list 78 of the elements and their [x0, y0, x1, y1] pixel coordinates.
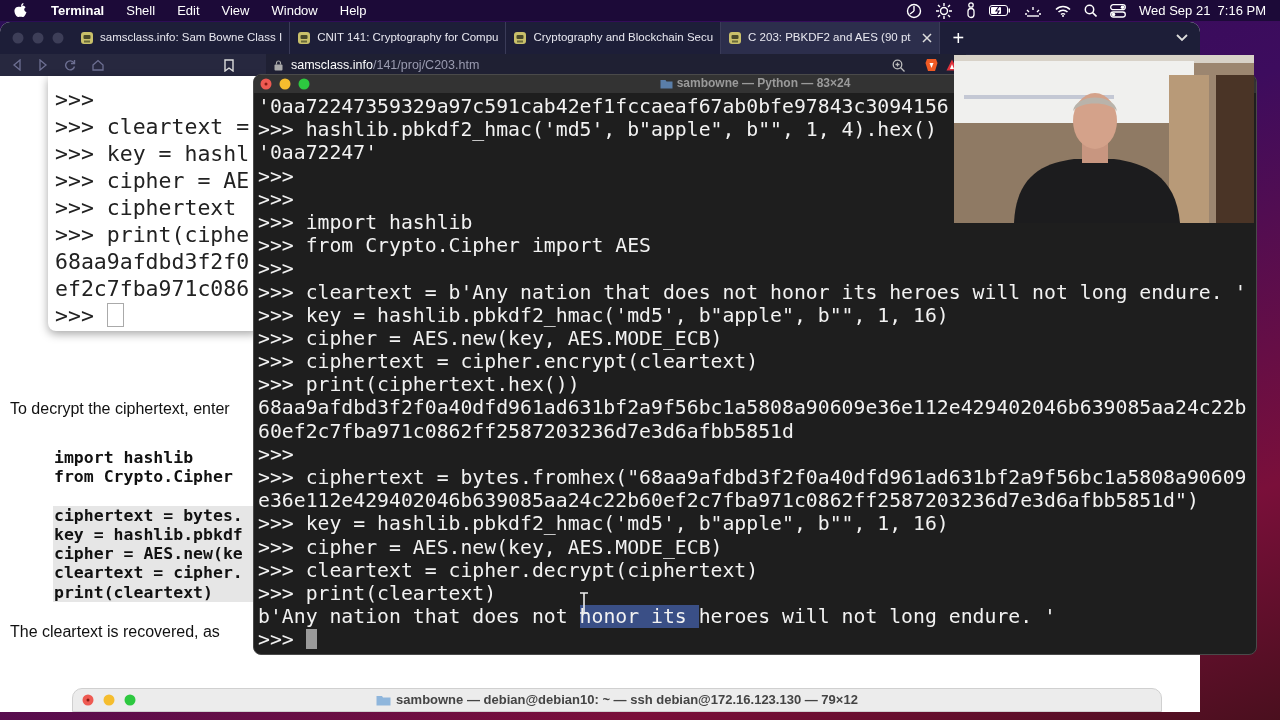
terminal-line: >>> key = hashlib.pbkdf2_hmac('md5', b"apple", b"", 1, 16)	[258, 303, 949, 327]
terminal-line: >>> cleartext = cipher.decrypt(ciphertext)	[258, 558, 759, 582]
search-icon[interactable]	[1084, 4, 1098, 17]
forward-icon[interactable]	[38, 59, 48, 71]
terminal-line: >>> print(ciphertext.hex())	[258, 373, 580, 397]
close-icon[interactable]	[922, 33, 933, 43]
close-window-icon[interactable]	[82, 694, 94, 706]
terminal-line: >>> print(ciphe	[55, 222, 250, 247]
terminal-line: >>> key = hashlib.pbkdf2_hmac('md5', b"apple", b"", 1, 16)	[258, 512, 949, 536]
terminal-line: >>> hashlib.pbkdf2_hmac('md5', b"apple", b"", 1, 4).hex()	[258, 118, 937, 142]
browser-tab[interactable]: C 203: PBKDF2 and AES (90 pt	[721, 22, 941, 54]
terminal-line: >>>	[258, 442, 294, 466]
terminal-line: >>> import hashlib	[258, 210, 473, 234]
clock-face-icon[interactable]	[906, 2, 923, 19]
url-text: samsclass.info/141/proj/C203.htm	[291, 56, 480, 74]
wifi-icon[interactable]	[1055, 4, 1072, 17]
terminal-line: >>>	[258, 164, 294, 188]
apple-icon[interactable]	[14, 3, 27, 18]
terminal-line: >>> print(cleartext)	[258, 581, 497, 605]
menu-item[interactable]: Shell	[126, 0, 156, 21]
terminal-line: 60ef2c7fba971c0862ff2587203236d7e3d6afbb5851d	[258, 419, 794, 443]
site-icon	[513, 31, 528, 45]
terminal-line: 68aa9afdbd3f2f0	[55, 249, 250, 274]
bookmark-icon[interactable]	[224, 58, 234, 72]
window-title: sambowne — debian@debian10: ~ — ssh debian@172.16.123.130 — 79×12	[396, 691, 858, 710]
code-line: import hashlib	[53, 448, 195, 468]
battery-icon[interactable]	[989, 5, 1012, 16]
control-center-icon[interactable]	[1110, 3, 1127, 18]
terminal-line: >>>	[258, 187, 294, 211]
terminal-line: b'Any nation that does not honor its heroes will not long endure. '	[258, 605, 1056, 629]
terminal-line: '0aa72247359329a97c591cab42ef1fccaeaf67ab0bfe97843c3094156	[258, 95, 949, 118]
terminal-line: '0aa72247'	[258, 141, 378, 165]
terminal-line: >>>	[55, 303, 95, 328]
paragraph: The cleartext is recovered, as	[10, 622, 220, 643]
terminal-line: 68aa9afdbd3f2f0a40dfd961ad631bf2a9f56bc1a5808a90609e36e112e429402046b639085aa24c22b	[258, 396, 1247, 420]
terminal-line: >>> ciphertext	[55, 195, 237, 220]
terminal-line: >>>	[258, 628, 295, 652]
app-menu[interactable]: Terminal	[51, 0, 105, 21]
terminal-line: >>> ciphertext = cipher.encrypt(cleartext)	[258, 350, 759, 374]
terminal-line: >>> cipher = AES.new(key, AES.MODE_ECB)	[258, 535, 723, 559]
maximize-window-icon[interactable]	[298, 78, 310, 90]
terminal-line: >>> from Crypto.Cipher import AES	[258, 234, 651, 258]
folder-icon	[376, 694, 392, 706]
terminal-line: >>> key = hashl	[55, 141, 250, 166]
back-icon[interactable]	[12, 59, 22, 71]
lock-icon	[274, 59, 283, 71]
site-icon	[80, 31, 94, 45]
terminal-line: >>> cleartext = b'Any nation that does not honor its heroes will not long endure. '	[258, 280, 1247, 304]
code-line: from Crypto.Cipher	[53, 467, 234, 487]
brightness-icon[interactable]	[1024, 4, 1043, 17]
terminal-line: e36e112e429402046b639085aa24c22b60ef2c7fba971c0862ff2587203236d7e3d6afbb5851d")	[258, 489, 1199, 513]
window-title: sambowne — Python — 83×24	[676, 75, 851, 93]
close-window-icon[interactable]	[260, 78, 272, 90]
menu-item[interactable]: View	[221, 0, 250, 21]
terminal-line: ef2c7fba971c086	[55, 276, 250, 301]
terminal-line: >>> cleartext =	[55, 114, 250, 139]
lion-shield-icon[interactable]	[925, 58, 938, 72]
reload-icon[interactable]	[64, 59, 76, 71]
address-bar[interactable]: samsclass.info/141/proj/C203.htm	[266, 54, 966, 76]
clock[interactable]: Wed Sep 21 7:16 PM	[1139, 0, 1266, 21]
figure-icon[interactable]	[966, 2, 977, 19]
menu-item[interactable]: Edit	[177, 0, 200, 21]
terminal-line: >>>	[258, 257, 294, 281]
new-tab-button[interactable]: +	[952, 28, 965, 48]
menu-item[interactable]: Window	[271, 0, 318, 21]
minimize-window-icon[interactable]	[279, 78, 291, 90]
terminal-line: >>> ciphertext = bytes.fromhex("68aa9afdbd3f2f0a40dfd961ad631bf2a9f56bc1a5808a90609	[258, 466, 1247, 489]
terminal-line: >>> cipher = AE	[55, 168, 250, 193]
terminal-line: >>> cipher = AES.new(key, AES.MODE_ECB)	[258, 326, 723, 350]
terminal-line: >>>	[55, 87, 94, 112]
chevron-down-icon[interactable]	[1176, 34, 1188, 42]
site-icon	[297, 31, 312, 45]
menu-item[interactable]: Help	[339, 0, 367, 21]
home-icon[interactable]	[92, 59, 104, 71]
sun-icon[interactable]	[935, 1, 954, 20]
zoom-icon[interactable]	[892, 58, 905, 72]
site-icon	[728, 31, 743, 45]
paragraph: To decrypt the ciphertext, enter	[10, 399, 230, 419]
